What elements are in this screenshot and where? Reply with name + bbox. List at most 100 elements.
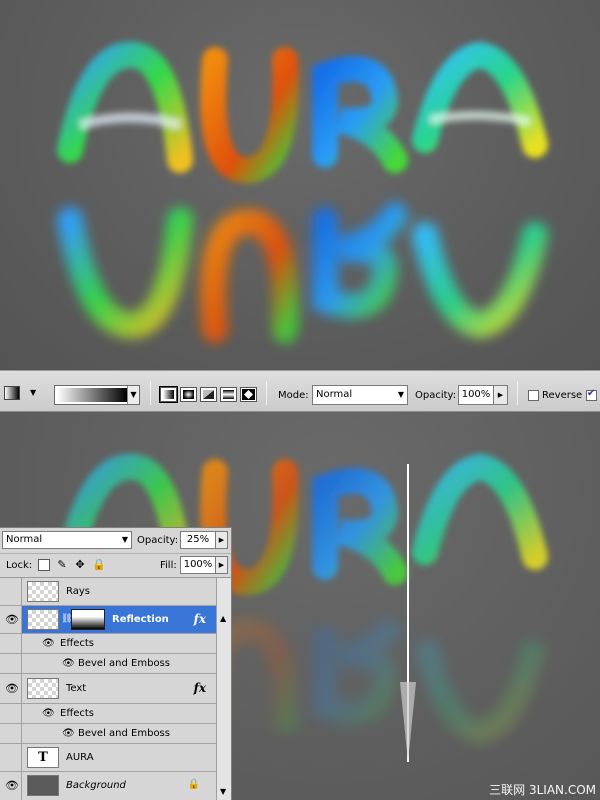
opacity-label: Opacity: xyxy=(415,390,457,401)
tool-preset-picker[interactable]: ▼ xyxy=(4,386,38,400)
lock-all-icon[interactable]: 🔒 xyxy=(92,559,106,571)
effects-row[interactable]: 👁 Effects xyxy=(0,634,216,654)
reflected-gradient-icon xyxy=(223,390,234,399)
eye-icon[interactable]: 👁 xyxy=(62,658,75,669)
effect-label: Bevel and Emboss xyxy=(78,658,170,669)
chevron-down-icon: ▼ xyxy=(30,388,37,397)
layer-name: Rays xyxy=(66,586,90,597)
eye-icon[interactable]: 👁 xyxy=(42,708,55,719)
opacity-input[interactable]: 100% xyxy=(458,385,494,405)
scroll-up-icon[interactable]: ▲ xyxy=(220,614,226,623)
reverse-checkbox[interactable] xyxy=(528,390,539,401)
divider xyxy=(517,381,518,405)
aura-letters xyxy=(57,41,548,184)
layers-panel-header: Normal ▼ Opacity: 25% ▶ xyxy=(0,528,231,554)
triangle-right-icon: ▶ xyxy=(497,391,504,399)
divider xyxy=(150,381,151,405)
fill-input[interactable]: 100% xyxy=(180,556,216,574)
layer-name: Reflection xyxy=(112,614,169,625)
fx-icon[interactable]: fx xyxy=(194,612,206,626)
visibility-toggle[interactable] xyxy=(0,744,22,771)
mode-select[interactable]: Normal ▼ xyxy=(312,385,408,405)
lock-bar: Lock: ✎ ✥ 🔒 Fill: 100% ▶ xyxy=(0,554,231,578)
layer-thumbnail xyxy=(27,581,59,602)
gradient-tool-icon xyxy=(4,386,20,400)
eye-icon[interactable]: 👁 xyxy=(62,728,75,739)
triangle-right-icon: ▶ xyxy=(218,536,225,544)
eye-icon: 👁 xyxy=(5,779,19,792)
linear-gradient-icon xyxy=(163,390,174,399)
effects-label: Effects xyxy=(60,708,94,719)
dither-checkbox[interactable] xyxy=(586,388,597,401)
blend-mode-select[interactable]: Normal ▼ xyxy=(2,531,132,549)
chevron-down-icon: ▼ xyxy=(397,390,404,399)
layer-thumbnail xyxy=(27,678,59,699)
layers-panel: Normal ▼ Opacity: 25% ▶ Lock: ✎ ✥ 🔒 Fill… xyxy=(0,527,232,800)
reflected-gradient-button[interactable] xyxy=(220,387,237,402)
mode-label: Mode: xyxy=(278,390,309,401)
diamond-gradient-button[interactable] xyxy=(240,387,257,402)
site-watermark: 三联网 3LIAN.COM xyxy=(489,783,596,797)
canvas-artwork-original xyxy=(0,0,600,370)
gradient-swatch xyxy=(57,388,127,402)
effects-row[interactable]: 👁 Effects xyxy=(0,704,216,724)
layer-thumbnail xyxy=(27,609,59,630)
layer-name: AURA xyxy=(66,752,94,763)
lock-image-pixels-icon[interactable]: ✎ xyxy=(56,559,68,571)
lock-label: Lock: xyxy=(6,560,33,571)
angle-gradient-button[interactable] xyxy=(200,387,217,402)
blend-mode-value: Normal xyxy=(6,534,43,545)
lock-transparent-pixels-icon[interactable] xyxy=(38,559,50,571)
indent xyxy=(0,704,22,723)
visibility-toggle[interactable]: 👁 xyxy=(0,606,22,633)
angle-gradient-icon xyxy=(203,390,214,399)
visibility-toggle[interactable] xyxy=(0,578,22,605)
layers-scrollbar[interactable]: ▲ ▼ xyxy=(216,578,231,800)
visibility-toggle[interactable]: 👁 xyxy=(0,772,22,800)
effect-row-bevel-emboss[interactable]: 👁 Bevel and Emboss xyxy=(0,654,216,674)
aura-artwork-svg xyxy=(57,41,548,343)
chevron-down-icon: ▼ xyxy=(121,535,128,544)
eye-icon: 👁 xyxy=(5,681,19,695)
layer-reflection[interactable]: 👁 ⛓ Reflection fx xyxy=(0,606,216,634)
effect-label: Bevel and Emboss xyxy=(78,728,170,739)
lock-icon: 🔒 xyxy=(187,779,200,790)
effects-label: Effects xyxy=(60,638,94,649)
layers-list: Rays 👁 ⛓ Reflection fx 👁 Effects 👁 Bevel… xyxy=(0,578,216,800)
indent xyxy=(0,654,22,673)
visibility-toggle[interactable]: 👁 xyxy=(0,674,22,703)
scroll-down-icon[interactable]: ▼ xyxy=(220,787,226,796)
type-layer-icon: T xyxy=(27,747,59,768)
layer-rays[interactable]: Rays xyxy=(0,578,216,606)
layer-opacity-label: Opacity: xyxy=(137,535,179,546)
triangle-right-icon: ▶ xyxy=(218,561,225,569)
opacity-slider-button[interactable]: ▶ xyxy=(494,385,508,405)
layer-mask-thumbnail[interactable] xyxy=(71,609,105,630)
mode-value: Normal xyxy=(316,389,353,400)
layer-name: Background xyxy=(66,780,126,791)
effect-row-bevel-emboss[interactable]: 👁 Bevel and Emboss xyxy=(0,724,216,744)
indent xyxy=(0,634,22,653)
layer-opacity-input[interactable]: 25% xyxy=(180,531,216,549)
aura-reflection xyxy=(57,202,548,343)
layer-background[interactable]: 👁 Background 🔒 xyxy=(0,772,216,800)
layer-name: Text xyxy=(66,683,87,694)
diamond-gradient-icon xyxy=(242,389,255,400)
indent xyxy=(0,724,22,743)
gradient-options-toolbar: ▼ ▼ Mode: Normal ▼ Opacity: 100% ▶ Rever… xyxy=(0,370,600,412)
radial-gradient-button[interactable] xyxy=(180,387,197,402)
gradient-drag-arrow xyxy=(400,464,416,762)
fill-label: Fill: xyxy=(160,560,177,571)
layer-aura[interactable]: T AURA xyxy=(0,744,216,772)
linear-gradient-button[interactable] xyxy=(160,387,177,402)
fill-slider-button[interactable]: ▶ xyxy=(216,556,228,574)
layer-text[interactable]: 👁 Text fx xyxy=(0,674,216,704)
layer-thumbnail xyxy=(27,775,59,796)
gradient-picker[interactable]: ▼ xyxy=(54,385,140,405)
fx-icon[interactable]: fx xyxy=(194,681,206,695)
lock-position-icon[interactable]: ✥ xyxy=(74,559,86,571)
layer-opacity-slider-button[interactable]: ▶ xyxy=(216,531,228,549)
reverse-label: Reverse xyxy=(542,390,583,401)
eye-icon[interactable]: 👁 xyxy=(42,638,55,649)
chevron-down-icon: ▼ xyxy=(127,386,139,404)
